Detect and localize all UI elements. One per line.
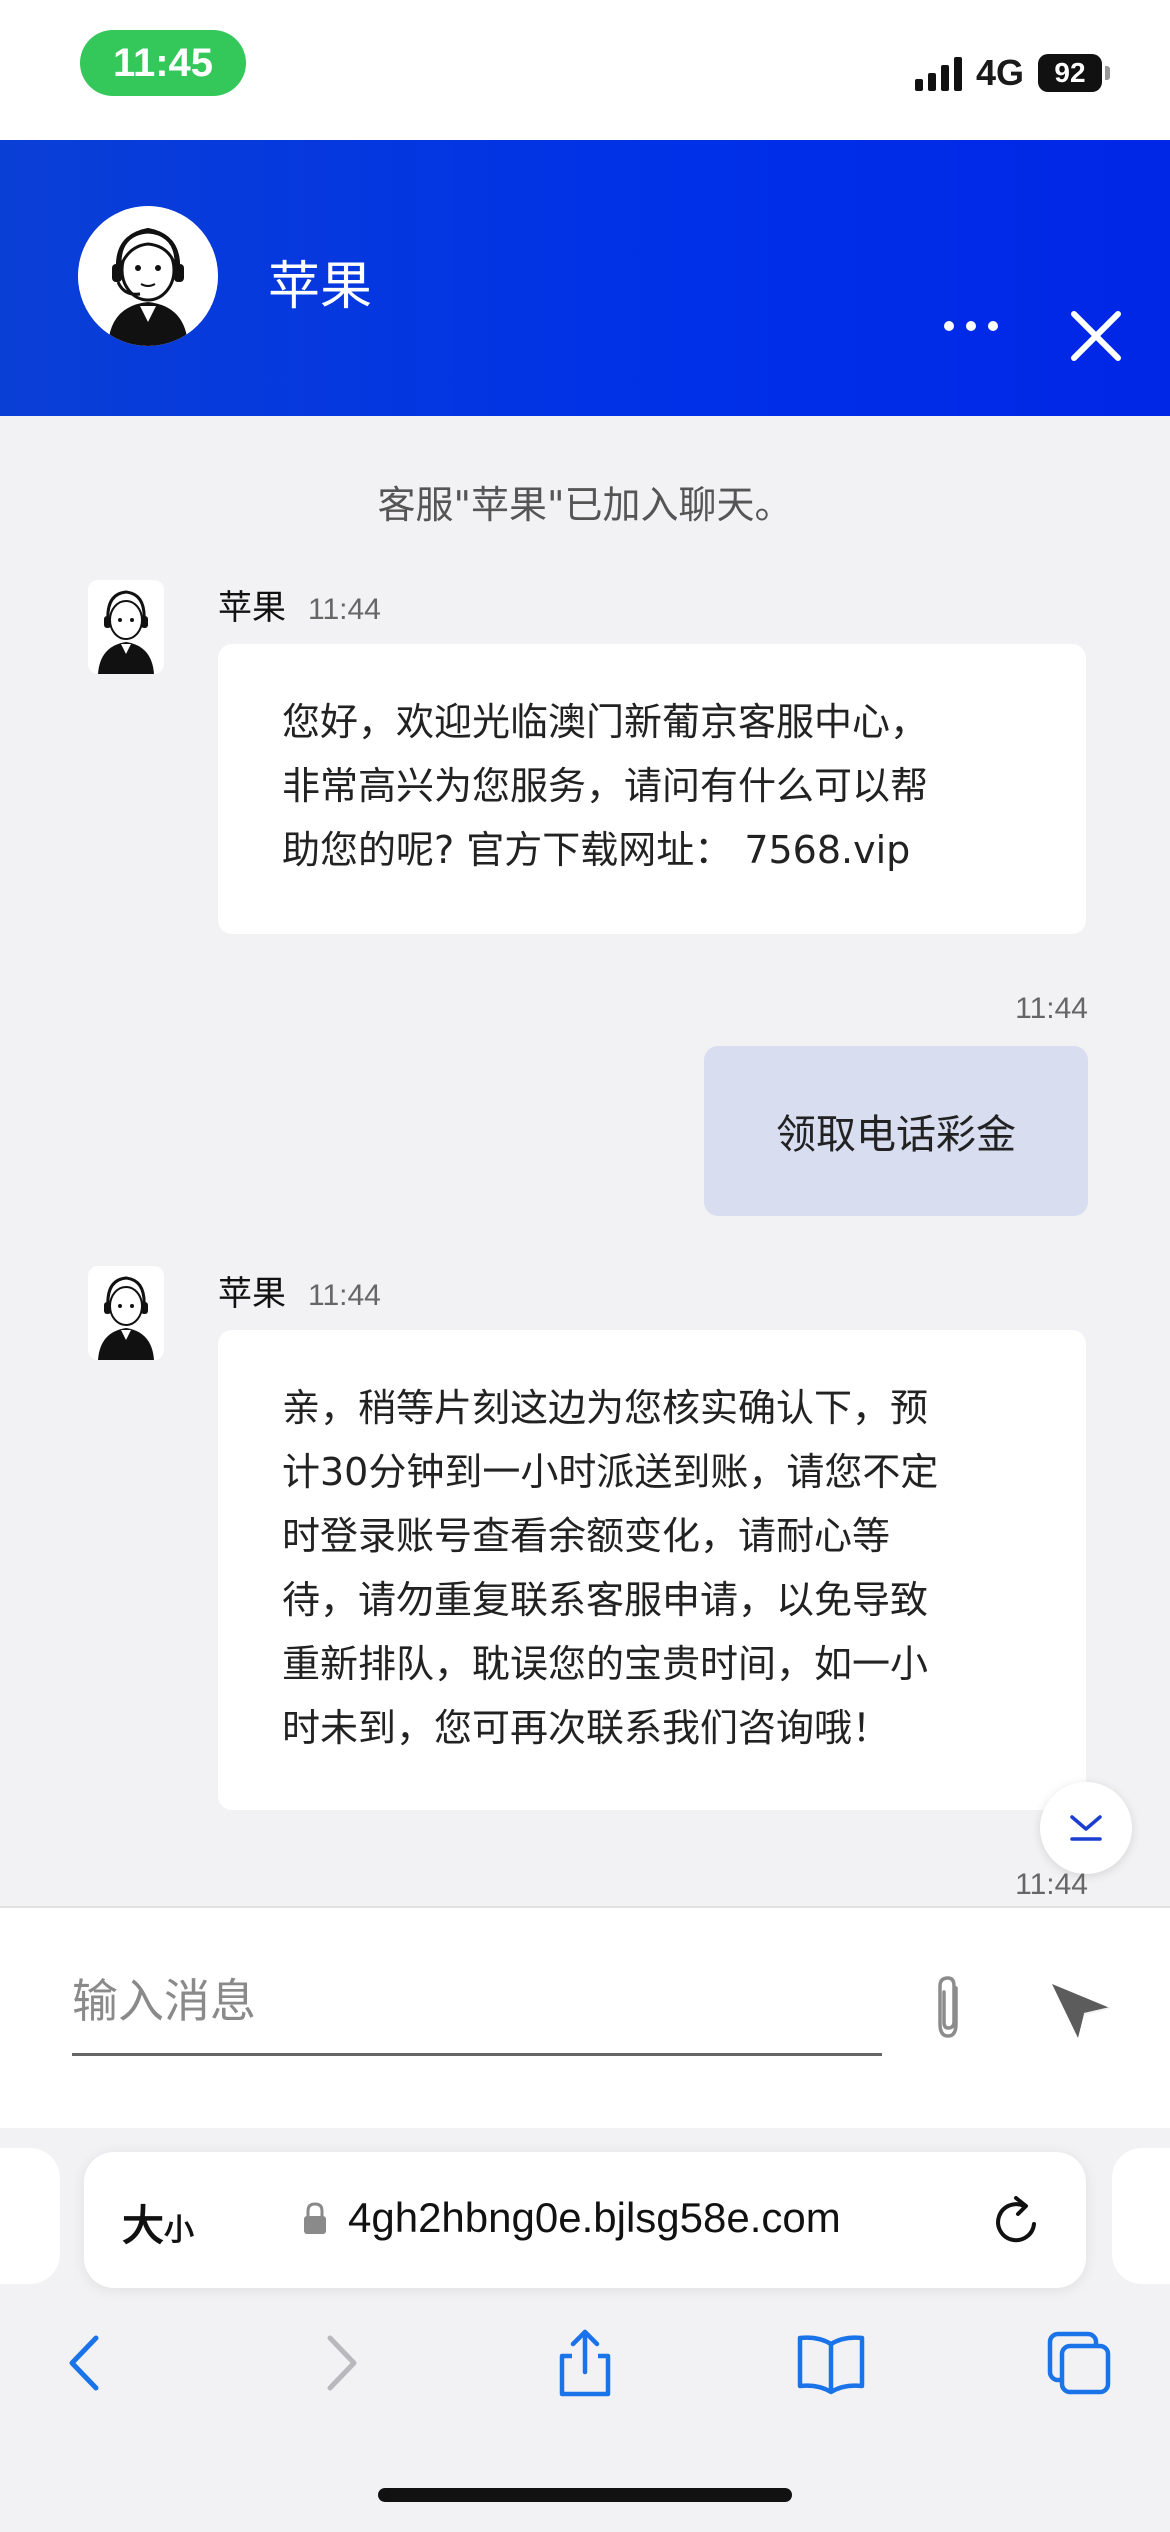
input-area (0, 1906, 1170, 2128)
browser-toolbar: 大小 4gh2hbng0e.bjlsg58e.com (0, 2128, 1170, 2532)
message-time: 11:44 (1015, 1868, 1088, 1901)
agent-message-bubble: 您好，欢迎光临澳门新葡京客服中心， 非常高兴为您服务，请问有什么可以帮 助您的呢… (218, 644, 1086, 934)
previous-tab[interactable] (0, 2148, 60, 2284)
chat-body[interactable]: 客服"苹果"已加入聊天。 苹果 11:44 您好，欢迎光临澳门新葡京客服中心， 非… (0, 416, 1170, 1906)
share-icon[interactable] (550, 2328, 620, 2398)
scroll-to-bottom-button[interactable] (1040, 1782, 1132, 1874)
sender-name: 苹果 (218, 1274, 286, 1314)
message-line: 您好，欢迎光临澳门新葡京客服中心， (282, 700, 929, 744)
network-type: 4G (975, 52, 1024, 93)
message-line: 亲，稍等片刻这边为您核实确认下，预 (282, 1386, 929, 1430)
status-indicators: 4G 92 (914, 50, 1110, 96)
message-line: 时未到，您可再次联系我们咨询哦！ (282, 1706, 891, 1750)
more-horizontal-icon[interactable] (944, 316, 1004, 336)
message-line: 待，请勿重复联系客服申请，以免导致 (282, 1578, 929, 1622)
reload-icon[interactable] (990, 2194, 1046, 2250)
lock-icon (304, 2202, 326, 2234)
message-text: 领取电话彩金 (776, 1112, 1016, 1158)
message-line: 计30分钟到一小时派送到账，请您不定 (282, 1450, 939, 1494)
sender-name: 苹果 (218, 588, 286, 628)
signal-icon (914, 55, 962, 91)
message-line: 非常高兴为您服务，请问有什么可以帮 (282, 764, 929, 808)
agent-message-bubble: 亲，稍等片刻这边为您核实确认下，预 计30分钟到一小时派送到账，请您不定 时登录… (218, 1330, 1086, 1810)
status-bar: 11:45 4G 92 (0, 0, 1170, 140)
chat-header: 苹果 (0, 140, 1170, 416)
message-line: 助您的呢? 官方下载网址： 7568.vip (282, 828, 911, 872)
text-size-button[interactable]: 大小 (122, 2192, 194, 2253)
battery-icon: 92 (1038, 54, 1110, 92)
close-icon[interactable] (1066, 306, 1126, 366)
forward-icon[interactable] (304, 2328, 374, 2398)
home-indicator (378, 2488, 792, 2502)
message-time: 11:44 (308, 593, 381, 626)
agent-avatar (78, 206, 218, 346)
user-message-bubble: 领取电话彩金 (704, 1046, 1088, 1216)
agent-name: 苹果 (268, 257, 373, 317)
next-tab[interactable] (1112, 2148, 1170, 2284)
message-input[interactable] (72, 1948, 882, 2056)
system-notice: 客服"苹果"已加入聊天。 (377, 483, 793, 527)
message-sender: 苹果 11:44 (218, 580, 381, 629)
back-icon[interactable] (52, 2328, 122, 2398)
message-line: 时登录账号查看余额变化，请耐心等 (282, 1514, 891, 1558)
send-icon[interactable] (1048, 1976, 1114, 2042)
message-time: 11:44 (1015, 992, 1088, 1025)
tabs-icon[interactable] (1044, 2328, 1114, 2398)
chevron-down-icon (1070, 1815, 1102, 1841)
message-avatar (88, 1266, 164, 1360)
message-sender: 苹果 11:44 (218, 1266, 381, 1315)
battery-level: 92 (1038, 54, 1102, 92)
address-bar[interactable]: 大小 4gh2hbng0e.bjlsg58e.com (84, 2152, 1086, 2288)
status-time: 11:45 (80, 30, 246, 96)
message-avatar (88, 580, 164, 674)
url-text: 4gh2hbng0e.bjlsg58e.com (348, 2194, 841, 2241)
bookmarks-icon[interactable] (796, 2328, 866, 2398)
paperclip-icon[interactable] (920, 1974, 976, 2044)
message-line: 重新排队，耽误您的宝贵时间，如一小 (282, 1642, 929, 1686)
message-time: 11:44 (308, 1279, 381, 1312)
